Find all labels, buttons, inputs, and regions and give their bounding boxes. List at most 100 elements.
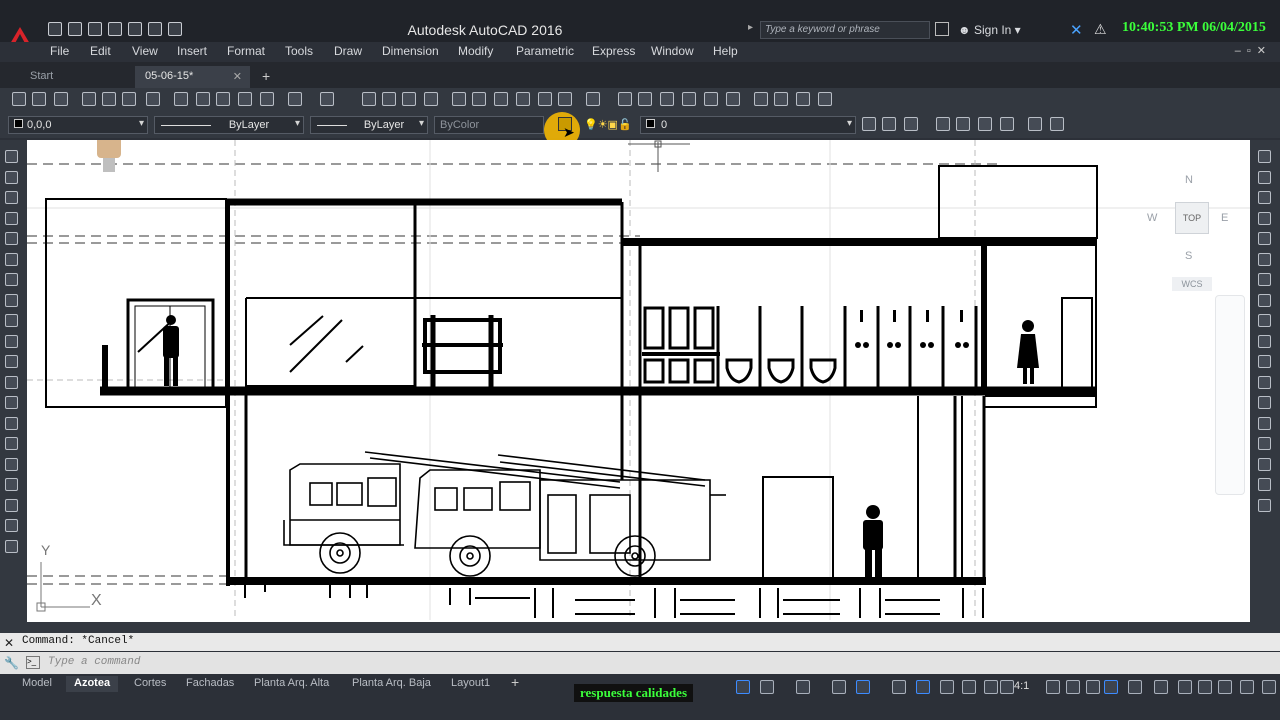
- draw-tool-icon[interactable]: [5, 498, 18, 512]
- status-toggle-icon[interactable]: [1198, 680, 1212, 694]
- toolbar-button-icon[interactable]: [638, 92, 652, 106]
- modify-tool-icon[interactable]: [1258, 170, 1271, 184]
- status-toggle-icon[interactable]: [832, 680, 846, 694]
- toolbar-button-icon[interactable]: [238, 92, 252, 106]
- layer-tool-icon[interactable]: [862, 117, 876, 131]
- toolbar-button-icon[interactable]: [774, 92, 788, 106]
- draw-tool-icon[interactable]: [5, 437, 18, 450]
- toolbar-button-icon[interactable]: [754, 92, 768, 106]
- status-toggle-icon[interactable]: [1066, 680, 1080, 694]
- new-tab-icon[interactable]: +: [262, 68, 270, 84]
- draw-tool-icon[interactable]: [5, 170, 18, 184]
- layer-combo[interactable]: 0 ▾: [640, 116, 856, 134]
- toolbar-button-icon[interactable]: [320, 92, 334, 106]
- toolbar-button-icon[interactable]: [586, 92, 600, 106]
- undo-icon[interactable]: [148, 22, 162, 36]
- draw-tool-icon[interactable]: [5, 478, 18, 491]
- command-line[interactable]: 🔧 >_ Type a command: [0, 652, 1280, 674]
- modify-tool-icon[interactable]: [1258, 355, 1271, 368]
- layer-tool-icon[interactable]: [1000, 117, 1014, 131]
- linetype-combo[interactable]: ByLayer ▾: [154, 116, 304, 134]
- modify-tool-icon[interactable]: [1258, 375, 1271, 389]
- draw-tool-icon[interactable]: [5, 314, 18, 327]
- draw-tool-icon[interactable]: [5, 334, 18, 348]
- status-toggle-icon[interactable]: [1046, 680, 1060, 694]
- draw-tool-icon[interactable]: [5, 396, 18, 409]
- draw-tool-icon[interactable]: [5, 293, 18, 307]
- search-arrow-icon[interactable]: ▸: [748, 22, 753, 33]
- add-layout-icon[interactable]: +: [511, 674, 519, 690]
- toolbar-button-icon[interactable]: [796, 92, 810, 106]
- status-toggle-icon[interactable]: [1086, 680, 1100, 694]
- status-toggle-icon[interactable]: [1128, 680, 1142, 694]
- toolbar-button-icon[interactable]: [704, 92, 718, 106]
- menu-insert[interactable]: Insert: [177, 42, 207, 60]
- toolbar-button-icon[interactable]: [682, 92, 696, 106]
- draw-tool-icon[interactable]: [5, 232, 18, 245]
- draw-tool-icon[interactable]: [5, 539, 18, 553]
- status-toggle-icon[interactable]: [1262, 680, 1276, 694]
- status-toggle-icon[interactable]: [916, 680, 930, 694]
- modify-tool-icon[interactable]: [1258, 314, 1271, 327]
- layout-tab-planta-alta[interactable]: Planta Arq. Alta: [254, 676, 329, 692]
- status-toggle-icon[interactable]: [962, 680, 976, 694]
- search-input[interactable]: Type a keyword or phrase: [760, 21, 930, 39]
- toolbar-button-icon[interactable]: [382, 92, 396, 106]
- modify-tool-icon[interactable]: [1258, 478, 1271, 491]
- toolbar-button-icon[interactable]: [516, 92, 530, 106]
- menu-view[interactable]: View: [132, 42, 158, 60]
- status-toggle-icon[interactable]: [760, 680, 774, 694]
- draw-tool-icon[interactable]: [5, 191, 18, 204]
- draw-tool-icon[interactable]: [5, 150, 18, 163]
- redo-icon[interactable]: [168, 22, 182, 36]
- layer-tool-icon[interactable]: [936, 117, 950, 131]
- modify-tool-icon[interactable]: [1258, 437, 1271, 450]
- status-toggle-icon[interactable]: [1218, 680, 1232, 694]
- menu-window[interactable]: Window: [651, 42, 694, 60]
- toolbar-button-icon[interactable]: [174, 92, 188, 106]
- layer-state-icons[interactable]: 💡☀▣🔓: [584, 118, 632, 131]
- draw-tool-icon[interactable]: [5, 416, 18, 430]
- toolbar-button-icon[interactable]: [402, 92, 416, 106]
- status-toggle-icon[interactable]: [796, 680, 810, 694]
- modify-tool-icon[interactable]: [1258, 334, 1271, 348]
- help-icon[interactable]: ⚠: [1094, 21, 1107, 38]
- toolbar-button-icon[interactable]: [818, 92, 832, 106]
- lineweight-combo[interactable]: ByLayer ▾: [310, 116, 428, 134]
- modify-tool-icon[interactable]: [1258, 293, 1271, 307]
- menu-express[interactable]: Express: [592, 42, 635, 60]
- toolbar-button-icon[interactable]: [538, 92, 552, 106]
- toolbar-button-icon[interactable]: [494, 92, 508, 106]
- toolbar-button-icon[interactable]: [216, 92, 230, 106]
- viewcube-top[interactable]: TOP: [1175, 202, 1209, 234]
- status-toggle-icon[interactable]: [984, 680, 998, 694]
- print-icon[interactable]: [128, 22, 142, 36]
- drawing-canvas[interactable]: Y X N W E S TOP WCS: [27, 140, 1250, 622]
- annotation-scale[interactable]: 4:1: [1014, 680, 1029, 692]
- menu-dimension[interactable]: Dimension: [382, 42, 439, 60]
- layout-tab-azotea[interactable]: Azotea: [66, 676, 119, 692]
- draw-tool-icon[interactable]: [5, 252, 18, 266]
- status-toggle-icon[interactable]: [940, 680, 954, 694]
- draw-tool-icon[interactable]: [5, 519, 18, 532]
- layer-tool-icon[interactable]: [1050, 117, 1064, 131]
- doc-window-controls[interactable]: –▫✕: [1235, 44, 1272, 57]
- status-toggle-icon[interactable]: [1154, 680, 1168, 694]
- toolbar-button-icon[interactable]: [558, 92, 572, 106]
- toolbar-button-icon[interactable]: [660, 92, 674, 106]
- layer-tool-icon[interactable]: [904, 117, 918, 131]
- toolbar-button-icon[interactable]: [726, 92, 740, 106]
- modify-tool-icon[interactable]: [1258, 457, 1271, 471]
- modify-tool-icon[interactable]: [1258, 396, 1271, 409]
- tab-document[interactable]: 05-06-15* ✕: [135, 66, 250, 88]
- viewcube-south[interactable]: S: [1185, 250, 1192, 262]
- toolbar-button-icon[interactable]: [54, 92, 68, 106]
- draw-tool-icon[interactable]: [5, 355, 18, 368]
- toolbar-button-icon[interactable]: [452, 92, 466, 106]
- toolbar-button-icon[interactable]: [362, 92, 376, 106]
- menu-draw[interactable]: Draw: [334, 42, 362, 60]
- menu-help[interactable]: Help: [713, 42, 738, 60]
- toolbar-button-icon[interactable]: [82, 92, 96, 106]
- toolbar-button-icon[interactable]: [32, 92, 46, 106]
- modify-tool-icon[interactable]: [1258, 232, 1271, 245]
